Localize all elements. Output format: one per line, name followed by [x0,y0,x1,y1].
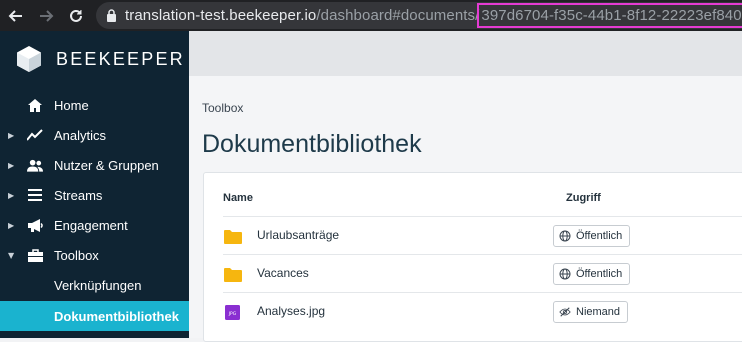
toolbox-icon [27,247,43,263]
document-name[interactable]: Vacances [257,266,309,280]
sidebar-item-label: Verknüpfungen [54,277,142,293]
sidebar-item-label: Nutzer & Gruppen [54,157,159,173]
home-icon [27,97,43,113]
sidebar-item-label: Analytics [54,127,107,143]
main-content: Toolbox Dokumentbibliothek Name Zugriff … [189,76,742,342]
document-name[interactable]: Analyses.jpg [257,304,325,318]
sidebar-item-label: Dokumentbibliothek [54,308,179,324]
back-arrow-icon[interactable] [4,4,28,28]
sidebar-subitem-dokumentbibliothek[interactable]: Dokumentbibliothek [0,301,189,331]
document-table: Name Zugriff Urlaubsanträge Öffentlich V… [203,172,742,342]
sidebar-subitem-verknuepfungen[interactable]: Verknüpfungen [0,270,189,300]
megaphone-icon [27,217,43,233]
chevron-right-icon[interactable]: ▶ [8,161,16,170]
brand-name: BEEKEEPER [56,48,185,69]
column-header-name[interactable]: Name [223,192,253,204]
image-file-icon: JPG [225,305,240,320]
sidebar: BEEKEEPER Home ▶ Analytics ▶ Nutzer & Gr… [0,31,189,338]
analytics-icon [27,127,43,143]
brand[interactable]: BEEKEEPER [16,45,185,73]
access-label: Niemand [576,306,621,318]
sidebar-item-streams[interactable]: ▶ Streams [0,180,189,210]
forward-arrow-icon[interactable] [34,4,58,28]
chevron-right-icon[interactable]: ▶ [8,221,16,230]
file-type-label: JPG [228,311,237,317]
chevron-down-icon[interactable]: ▼ [8,251,16,260]
table-row[interactable]: Urlaubsanträge Öffentlich [223,216,742,254]
table-row[interactable]: JPG Analyses.jpg Niemand [223,292,742,330]
address-bar[interactable]: translation-test.beekeeper.io/dashboard#… [96,2,742,29]
globe-icon [559,230,571,242]
globe-icon [559,268,571,280]
access-badge[interactable]: Öffentlich [553,225,631,247]
lock-icon[interactable] [106,9,117,23]
sidebar-item-label: Toolbox [54,247,99,263]
sidebar-item-engagement[interactable]: ▶ Engagement [0,210,189,240]
url-host: translation-test.beekeeper.io [125,7,317,24]
folder-icon [224,230,242,244]
access-label: Öffentlich [576,268,623,280]
users-icon [27,157,43,173]
url-path: /dashboard#documents/ [316,7,480,24]
document-name[interactable]: Urlaubsanträge [257,228,339,242]
access-badge[interactable]: Niemand [553,301,629,323]
folder-icon [224,268,242,282]
sidebar-item-analytics[interactable]: ▶ Analytics [0,120,189,150]
url-text: translation-test.beekeeper.io/dashboard#… [125,3,742,28]
access-badge[interactable]: Öffentlich [553,263,631,285]
streams-icon [27,187,43,203]
browser-toolbar: translation-test.beekeeper.io/dashboard#… [0,0,742,31]
sidebar-item-label: Home [54,97,89,113]
column-header-access[interactable]: Zugriff [566,192,601,204]
chevron-right-icon[interactable]: ▶ [8,131,16,140]
sidebar-item-label: Engagement [54,217,128,233]
sidebar-item-label: Streams [54,187,103,203]
page-title: Dokumentbibliothek [202,130,422,158]
access-label: Öffentlich [576,230,623,242]
chevron-right-icon[interactable]: ▶ [8,191,16,200]
reload-icon[interactable] [64,4,88,28]
top-header-bar [189,31,742,76]
sidebar-item-home[interactable]: Home [0,90,189,120]
sidebar-item-toolbox[interactable]: ▼ Toolbox [0,240,189,270]
breadcrumb[interactable]: Toolbox [202,101,243,115]
url-highlighted-id: 397d6704-f35c-44b1-8f12-22223ef84081 [477,3,742,28]
table-row[interactable]: Vacances Öffentlich [223,254,742,292]
sidebar-item-users[interactable]: ▶ Nutzer & Gruppen [0,150,189,180]
eye-slash-icon [559,306,571,318]
beekeeper-logo-icon [17,46,41,72]
